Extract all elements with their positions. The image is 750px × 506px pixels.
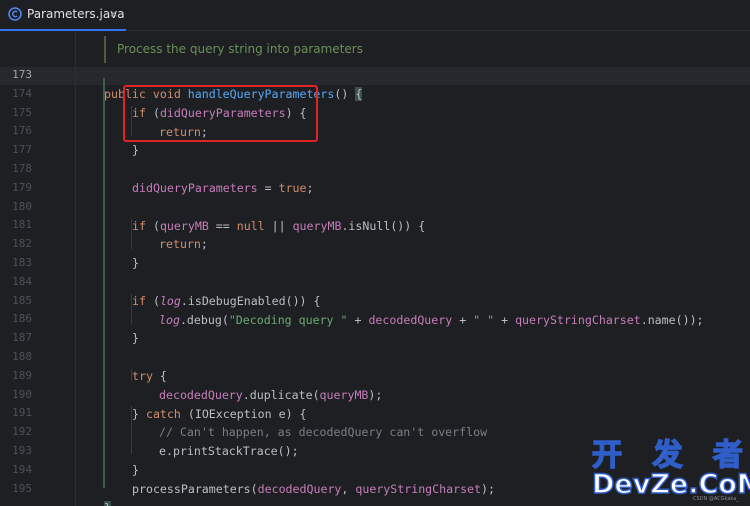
code-text-181[interactable]: return; xyxy=(0,216,750,251)
code-text-174[interactable]: if (didQueryParameters) { xyxy=(0,85,750,120)
code-text-173[interactable]: public void handleQueryParameters() { xyxy=(0,66,750,101)
code-content: } xyxy=(132,329,139,348)
code-content: } xyxy=(132,141,139,160)
code-token: } xyxy=(132,255,139,270)
doc-comment-bar xyxy=(104,36,106,63)
highlight-annotation-box xyxy=(123,85,318,142)
watermark-top: 开 发 者 xyxy=(591,438,750,473)
code-line: 179 xyxy=(0,179,750,198)
code-content: didQueryParameters = true; xyxy=(132,179,314,198)
code-text-182[interactable]: } xyxy=(0,235,750,270)
code-text-176[interactable]: } xyxy=(0,122,750,157)
close-icon[interactable]: × xyxy=(109,7,118,21)
code-text-175[interactable]: return; xyxy=(0,104,750,139)
code-text-188[interactable]: try { xyxy=(0,348,750,383)
code-token: ; xyxy=(306,180,314,195)
code-text-178[interactable]: didQueryParameters = true; xyxy=(0,160,750,195)
code-text-190[interactable]: } catch (IOException e) { xyxy=(0,386,750,421)
code-content: } xyxy=(104,499,111,506)
code-text-189[interactable]: decodedQuery.duplicate(queryMB); xyxy=(0,367,750,402)
code-text-191[interactable]: // Can't happen, as decodedQuery can't o… xyxy=(0,404,750,439)
code-text-186[interactable]: } xyxy=(0,310,750,345)
code-text-185[interactable]: log.debug("Decoding query " + decodedQue… xyxy=(0,292,750,327)
rendered-doc-comment: Process the query string into parameters xyxy=(117,42,363,56)
code-token: = xyxy=(257,180,279,195)
watermark-credit: CSDN @ACGkaka_ xyxy=(693,496,739,502)
code-token: } xyxy=(132,330,139,345)
code-content: } xyxy=(132,254,139,273)
field-ref: didQueryParameters xyxy=(132,180,258,195)
keyword: true xyxy=(278,180,307,195)
code-text-180[interactable]: if (queryMB == null || queryMB.isNull())… xyxy=(0,198,750,233)
code-line: 177 xyxy=(0,141,750,160)
code-line: 183 xyxy=(0,254,750,273)
code-text-184[interactable]: if (log.isDebugEnabled()) { xyxy=(0,273,750,308)
tab-parameters-java[interactable]: Parameters.java × xyxy=(0,0,126,31)
watermark-logo: 开 发 者 DevZe.CoM xyxy=(591,439,750,502)
java-class-icon xyxy=(8,7,22,21)
matched-brace: } xyxy=(104,500,111,506)
code-token: } xyxy=(132,142,139,157)
editor-tab-bar: Parameters.java × xyxy=(0,0,750,31)
code-line: 187 xyxy=(0,329,750,348)
